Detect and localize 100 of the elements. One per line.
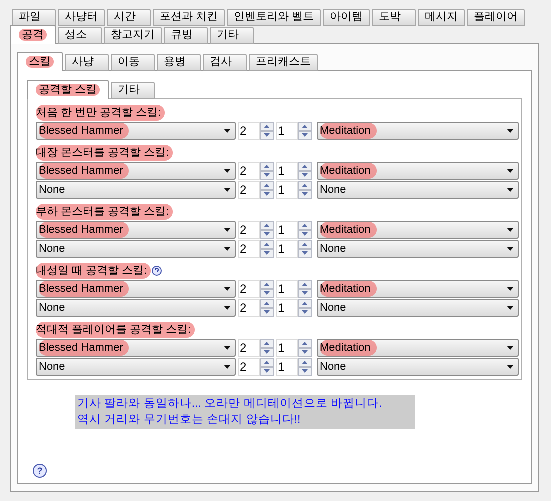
dropdown[interactable]: Blessed Hammer	[36, 122, 236, 140]
tab[interactable]: 메시지	[418, 9, 466, 26]
spinner-icon[interactable]	[298, 299, 312, 317]
caret-icon	[224, 306, 231, 310]
dropdown[interactable]: None	[317, 299, 519, 317]
caret-icon	[507, 346, 514, 350]
dropdown[interactable]: Meditation	[317, 221, 519, 239]
spinner-icon[interactable]	[298, 181, 312, 199]
number-field[interactable]: 2	[238, 122, 260, 140]
tab[interactable]: 이동	[111, 54, 155, 71]
dropdown[interactable]: None	[317, 240, 519, 258]
caret-icon	[507, 247, 514, 251]
dropdown[interactable]: Meditation	[317, 122, 519, 140]
tab[interactable]: 사냥	[65, 54, 109, 71]
number-field[interactable]: 1	[276, 181, 298, 199]
caret-icon	[224, 129, 231, 133]
spinner-icon[interactable]	[260, 299, 274, 317]
caret-icon	[507, 365, 514, 369]
dropdown[interactable]: None	[36, 358, 236, 376]
number-field[interactable]: 1	[276, 358, 298, 376]
group-label: 대장 몬스터를 공격할 스킬:	[36, 145, 174, 161]
tab[interactable]: 인벤토리와 벨트	[227, 9, 322, 26]
spinner-icon[interactable]	[260, 221, 274, 239]
number-field[interactable]: 1	[276, 162, 298, 180]
caret-icon	[224, 346, 231, 350]
spinner-icon[interactable]	[260, 122, 274, 140]
tab[interactable]: 프리캐스트	[249, 54, 318, 71]
caret-icon	[507, 228, 514, 232]
tab[interactable]: 성소	[58, 27, 102, 44]
spinner-icon[interactable]	[298, 221, 312, 239]
tab[interactable]: 플레이어	[467, 9, 526, 26]
spinner-icon[interactable]	[260, 339, 274, 357]
dropdown[interactable]: Blessed Hammer	[36, 339, 236, 357]
spinner-icon[interactable]	[298, 240, 312, 258]
number-field[interactable]: 2	[238, 162, 260, 180]
spinner-icon[interactable]	[260, 240, 274, 258]
spinner-icon[interactable]	[298, 122, 312, 140]
number-field[interactable]: 1	[276, 221, 298, 239]
tab[interactable]: 큐빙	[164, 27, 208, 44]
number-field[interactable]: 1	[276, 240, 298, 258]
number-field[interactable]: 2	[238, 339, 260, 357]
number-field[interactable]: 1	[276, 339, 298, 357]
spinner-icon[interactable]	[298, 358, 312, 376]
group-label: 부하 몬스터를 공격할 스킬:	[36, 204, 174, 220]
spinner-icon[interactable]	[260, 162, 274, 180]
tab[interactable]: 공격	[10, 25, 56, 44]
tab[interactable]: 사냥터	[58, 9, 105, 26]
number-field[interactable]: 1	[276, 280, 298, 298]
caret-icon	[224, 247, 231, 251]
dropdown[interactable]: None	[36, 181, 236, 199]
caret-icon	[224, 287, 231, 291]
group-label: 적대적 플레이어를 공격할 스킬:	[36, 322, 196, 338]
spinner-icon[interactable]	[260, 181, 274, 199]
tab[interactable]: 창고지기	[104, 27, 162, 44]
dropdown[interactable]: Blessed Hammer	[36, 221, 236, 239]
dropdown[interactable]: Blessed Hammer	[36, 280, 236, 298]
tab[interactable]: 검사	[203, 54, 247, 71]
number-field[interactable]: 2	[238, 299, 260, 317]
tab[interactable]: 기타	[210, 27, 254, 44]
caret-icon	[224, 365, 231, 369]
dropdown[interactable]: Meditation	[317, 162, 519, 180]
tab[interactable]: 스킬	[17, 52, 63, 71]
group-label: 처음 한 번만 공격할 스킬:	[36, 105, 166, 121]
dropdown[interactable]: Meditation	[317, 339, 519, 357]
number-field[interactable]: 2	[238, 221, 260, 239]
caret-icon	[507, 129, 514, 133]
dropdown[interactable]: None	[36, 240, 236, 258]
caret-icon	[224, 228, 231, 232]
spinner-icon[interactable]	[260, 358, 274, 376]
dropdown[interactable]: Blessed Hammer	[36, 162, 236, 180]
number-field[interactable]: 2	[238, 280, 260, 298]
spinner-icon[interactable]	[298, 339, 312, 357]
caret-icon	[507, 169, 514, 173]
number-field[interactable]: 1	[276, 299, 298, 317]
tab[interactable]: 파일	[12, 9, 56, 26]
dropdown[interactable]: None	[36, 299, 236, 317]
caret-icon	[507, 287, 514, 291]
caret-icon	[224, 169, 231, 173]
caret-icon	[507, 188, 514, 192]
dropdown[interactable]: None	[317, 181, 519, 199]
group-label: 내성일 때 공격할 스킬:	[36, 263, 152, 279]
help-icon[interactable]: ?	[33, 464, 47, 478]
number-field[interactable]: 2	[238, 240, 260, 258]
tab[interactable]: 용병	[157, 54, 201, 71]
tab[interactable]: 공격할 스킬	[27, 80, 110, 99]
tab[interactable]: 기타	[111, 82, 156, 99]
help-icon[interactable]	[152, 266, 162, 276]
tab[interactable]: 도박	[372, 9, 416, 26]
tab[interactable]: 시간	[107, 9, 151, 26]
number-field[interactable]: 2	[238, 181, 260, 199]
tab[interactable]: 포션과 치킨	[153, 9, 226, 26]
tab[interactable]: 아이템	[323, 9, 370, 26]
spinner-icon[interactable]	[260, 280, 274, 298]
caret-icon	[224, 188, 231, 192]
number-field[interactable]: 1	[276, 122, 298, 140]
spinner-icon[interactable]	[298, 280, 312, 298]
spinner-icon[interactable]	[298, 162, 312, 180]
number-field[interactable]: 2	[238, 358, 260, 376]
dropdown[interactable]: Meditation	[317, 280, 519, 298]
dropdown[interactable]: None	[317, 358, 519, 376]
